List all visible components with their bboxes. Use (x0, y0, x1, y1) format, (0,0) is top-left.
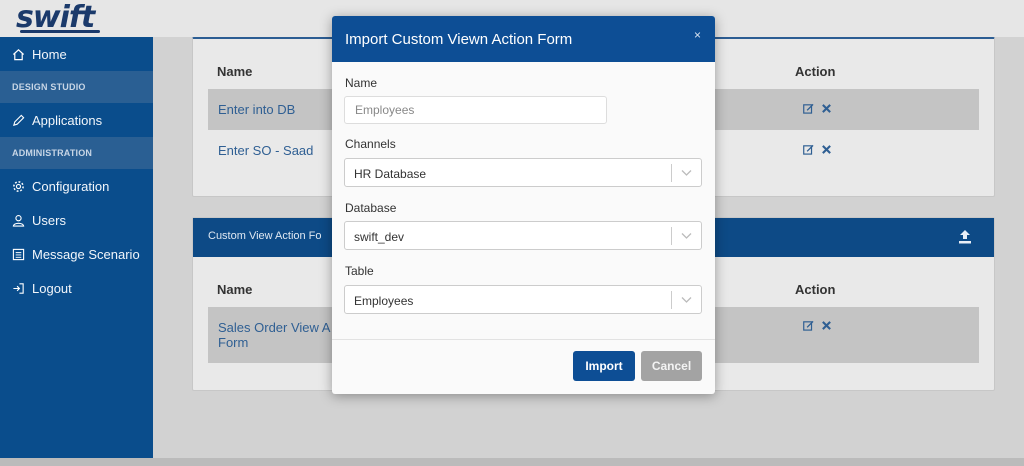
select-separator (671, 164, 672, 182)
chevron-down-icon (681, 297, 692, 303)
chevron-down-icon (681, 233, 692, 239)
card-title: Custom View Action Fo (208, 230, 322, 242)
logout-icon (13, 282, 24, 294)
user-icon (12, 214, 25, 227)
column-header-action: Action (795, 282, 836, 297)
sidebar-item-home[interactable]: Home (0, 37, 153, 71)
home-icon (12, 48, 25, 60)
database-select[interactable]: swift_dev (344, 221, 702, 250)
channels-value: HR Database (354, 167, 427, 181)
delete-icon[interactable] (821, 103, 832, 114)
sidebar-item-label: Home (32, 46, 67, 62)
sidebar: Home DESIGN STUDIO Applications ADMINIST… (0, 37, 153, 466)
database-value: swift_dev (354, 230, 405, 244)
name-label: Name (345, 76, 378, 90)
row-name-line1: Sales Order View A (218, 320, 331, 335)
edit-icon[interactable] (803, 320, 814, 331)
table-label: Table (345, 264, 374, 278)
sidebar-item-label: Configuration (32, 178, 110, 194)
bottom-bar (0, 458, 1024, 466)
modal-footer-divider (332, 339, 715, 340)
list-icon (12, 248, 25, 260)
section-design-studio: DESIGN STUDIO (0, 71, 153, 103)
channels-label: Channels (345, 137, 396, 151)
sidebar-item-configuration[interactable]: Configuration (0, 169, 153, 203)
column-header-name: Name (217, 282, 253, 297)
edit-icon[interactable] (803, 103, 814, 114)
delete-icon[interactable] (821, 144, 832, 155)
sidebar-item-logout[interactable]: Logout (0, 271, 153, 305)
logo-underline (20, 30, 100, 33)
row-actions (803, 103, 832, 114)
row-name-line2: Form (218, 335, 249, 350)
select-separator (671, 227, 672, 245)
close-icon[interactable]: × (694, 28, 701, 42)
sidebar-item-applications[interactable]: Applications (0, 103, 153, 137)
column-header-action: Action (795, 64, 836, 79)
database-label: Database (345, 201, 397, 215)
modal-header: Import Custom Viewn Action Form × (332, 16, 715, 62)
delete-icon[interactable] (821, 320, 832, 331)
row-actions (803, 320, 832, 331)
channels-select[interactable]: HR Database (344, 158, 702, 187)
cancel-button[interactable]: Cancel (641, 351, 702, 381)
row-name-link[interactable]: Sales Order View A Form (218, 320, 330, 350)
column-header-name: Name (217, 64, 253, 79)
section-administration: ADMINISTRATION (0, 137, 153, 169)
import-button[interactable]: Import (573, 351, 635, 381)
row-name-link[interactable]: Enter SO - Saad (218, 143, 313, 158)
pencil-icon (13, 114, 25, 126)
modal-title: Import Custom Viewn Action Form (345, 31, 573, 48)
name-input[interactable]: Employees (344, 96, 607, 124)
sidebar-item-users[interactable]: Users (0, 203, 153, 237)
sidebar-item-label: Logout (32, 280, 72, 296)
upload-icon[interactable] (958, 229, 972, 244)
sidebar-item-label: Applications (32, 112, 103, 128)
table-value: Employees (354, 294, 414, 308)
gear-icon (13, 180, 24, 192)
row-actions (803, 144, 832, 155)
edit-icon[interactable] (803, 144, 814, 155)
table-select[interactable]: Employees (344, 285, 702, 314)
chevron-down-icon (681, 170, 692, 176)
sidebar-item-label: Users (32, 212, 66, 228)
row-name-link[interactable]: Enter into DB (218, 102, 295, 117)
select-separator (671, 291, 672, 309)
sidebar-item-label: Message Scenario (32, 246, 140, 262)
import-modal: Import Custom Viewn Action Form × Name E… (332, 16, 715, 394)
sidebar-item-message-scenario[interactable]: Message Scenario (0, 237, 153, 271)
